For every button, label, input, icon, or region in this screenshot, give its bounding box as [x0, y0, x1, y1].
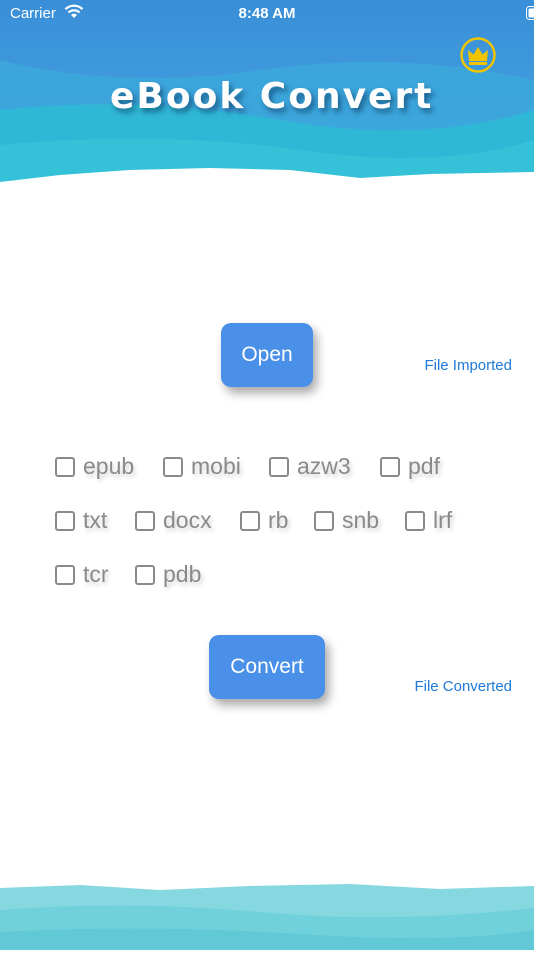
footer-wave — [0, 880, 534, 950]
open-button[interactable]: Open — [221, 323, 313, 387]
checkbox[interactable] — [135, 565, 155, 585]
crown-icon[interactable] — [460, 37, 496, 73]
format-label: tcr — [83, 561, 109, 588]
format-label: pdb — [163, 561, 201, 588]
format-option-lrf[interactable]: lrf — [405, 507, 452, 534]
checkbox[interactable] — [55, 457, 75, 477]
checkbox[interactable] — [314, 511, 334, 531]
clock: 8:48 AM — [0, 5, 534, 22]
checkbox[interactable] — [55, 511, 75, 531]
format-option-snb[interactable]: snb — [314, 507, 379, 534]
convert-button[interactable]: Convert — [209, 635, 325, 699]
format-option-pdf[interactable]: pdf — [380, 453, 440, 480]
format-option-epub[interactable]: epub — [55, 453, 134, 480]
format-label: lrf — [433, 507, 452, 534]
checkbox[interactable] — [269, 457, 289, 477]
format-label: azw3 — [297, 453, 351, 480]
status-bar: Carrier 8:48 AM — [0, 0, 534, 28]
checkbox[interactable] — [240, 511, 260, 531]
file-converted-status: File Converted — [414, 678, 512, 695]
format-option-tcr[interactable]: tcr — [55, 561, 109, 588]
format-option-rb[interactable]: rb — [240, 507, 288, 534]
format-label: snb — [342, 507, 379, 534]
app-title: eBook Convert — [110, 76, 433, 117]
checkbox[interactable] — [405, 511, 425, 531]
header-banner: Carrier 8:48 AM eBook Convert — [0, 0, 534, 190]
format-label: txt — [83, 507, 107, 534]
format-option-pdb[interactable]: pdb — [135, 561, 201, 588]
checkbox[interactable] — [135, 511, 155, 531]
format-label: docx — [163, 507, 212, 534]
checkbox[interactable] — [380, 457, 400, 477]
format-label: epub — [83, 453, 134, 480]
checkbox[interactable] — [55, 565, 75, 585]
format-option-docx[interactable]: docx — [135, 507, 212, 534]
format-label: pdf — [408, 453, 440, 480]
format-option-txt[interactable]: txt — [55, 507, 107, 534]
format-option-azw3[interactable]: azw3 — [269, 453, 351, 480]
format-label: mobi — [191, 453, 241, 480]
checkbox[interactable] — [163, 457, 183, 477]
format-label: rb — [268, 507, 288, 534]
format-option-mobi[interactable]: mobi — [163, 453, 241, 480]
file-imported-status: File Imported — [424, 357, 512, 374]
